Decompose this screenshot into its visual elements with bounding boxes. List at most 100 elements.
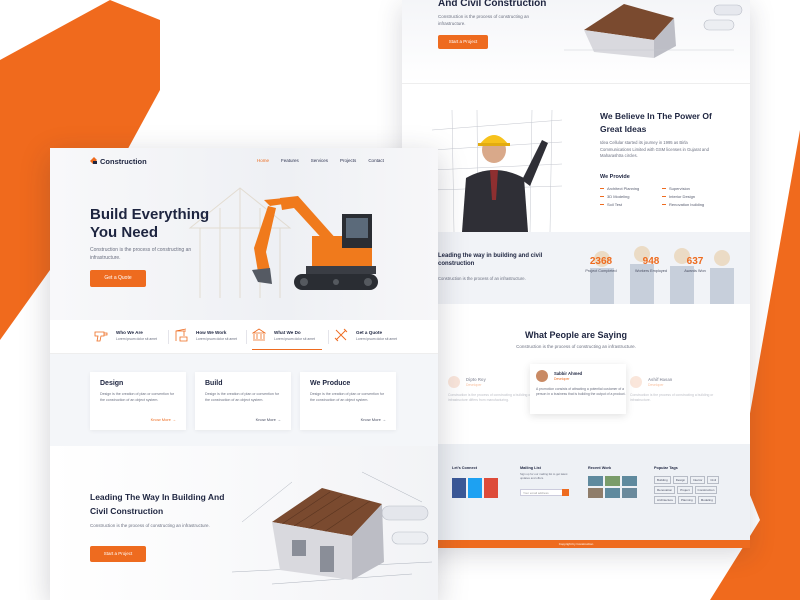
drill-icon	[94, 331, 108, 342]
testimonial-role: Developer	[554, 377, 570, 381]
footer-heading: Recent Work	[588, 466, 612, 470]
avatar	[630, 376, 642, 388]
tag[interactable]: Civil	[707, 476, 720, 484]
tag[interactable]: Planning	[678, 496, 696, 504]
testimonial-name: Sabbir Ahmed	[554, 371, 583, 376]
tab-who-we-are[interactable]: Who We Are Lorem ipsum dolor sit amet	[94, 328, 174, 350]
tab-get-a-quote[interactable]: Get a Quote Lorem ipsum dolor sit amet	[334, 328, 414, 350]
gallery-thumb[interactable]	[588, 488, 603, 498]
nav-item-projects[interactable]: Projects	[340, 158, 356, 163]
know-more-link[interactable]: Know More →	[361, 417, 386, 422]
mailing-email-input[interactable]: Your email address	[520, 489, 568, 496]
lead-subtitle: Construction is the process of construct…	[90, 523, 210, 528]
tab-divider	[168, 330, 169, 344]
service-card-design: Design Design is the creation of plan or…	[90, 372, 186, 430]
tab-title: What We Do	[274, 330, 301, 335]
nav-item-features[interactable]: Features	[281, 158, 299, 163]
get-quote-button[interactable]: Get a Quote	[90, 270, 146, 287]
top-hero-title: And Civil Construction	[438, 0, 547, 9]
testimonial-role: Developer	[466, 383, 482, 387]
tag[interactable]: Project	[677, 486, 693, 494]
tag[interactable]: Modeling	[697, 496, 716, 504]
house-blueprint-image	[232, 471, 432, 585]
card-title: Design	[100, 380, 124, 387]
tools-icon	[334, 328, 348, 342]
tab-desc: Lorem ipsum dolor sit amet	[116, 337, 157, 341]
hero-subtitle: Construction is the process of construct…	[90, 247, 192, 261]
footer-section: Let's Connect Mailing List Sign up for o…	[402, 444, 750, 540]
service-card-produce: We Produce Design is the creation of pla…	[300, 372, 396, 430]
testimonials-title: What People are Saying	[524, 330, 628, 340]
tag[interactable]: Architecture	[654, 496, 677, 504]
nav-item-home[interactable]: Home	[257, 158, 269, 163]
nav-item-contact[interactable]: Contact	[368, 158, 384, 163]
gallery-thumb[interactable]	[622, 488, 637, 498]
footer-column-work: Recent Work	[588, 466, 611, 470]
believe-text: Idea Cellular started its journey in 199…	[600, 140, 709, 158]
gallery-thumb[interactable]	[605, 488, 620, 498]
stats-subtitle: Construction is the process of an infras…	[438, 276, 526, 281]
believe-title: We Believe In The Power Of Great Ideas	[600, 111, 712, 134]
footer-heading: Let's Connect	[452, 466, 477, 470]
start-project-button[interactable]: Start a Project	[90, 546, 146, 562]
start-project-button[interactable]: Start a Project	[438, 35, 488, 49]
feature-tabs: Who We Are Lorem ipsum dolor sit amet Ho…	[50, 320, 438, 354]
mailing-text: Sign up for our mailing list to get late…	[520, 472, 568, 480]
tab-desc: Lorem ipsum dolor sit amet	[274, 337, 315, 341]
nav-item-services[interactable]: Services	[311, 158, 328, 163]
tag[interactable]: Building	[654, 476, 671, 484]
top-hero-subtitle: Construction is the process of construct…	[438, 14, 530, 26]
tab-desc: Lorem ipsum dolor sit amet	[196, 337, 237, 341]
know-more-link[interactable]: Know More →	[256, 417, 281, 422]
testimonial-text: Construction is the process of construct…	[448, 393, 532, 402]
testimonials-section: What People are Saying Construction is t…	[402, 304, 750, 444]
right-page-mockup: And Civil Construction Construction is t…	[402, 0, 750, 548]
provide-item: 3D Modeling	[600, 194, 662, 199]
gallery-thumb[interactable]	[588, 476, 603, 486]
tag[interactable]: Interior	[690, 476, 706, 484]
logo-label: Construction	[100, 157, 147, 166]
popular-tags: Building Design Interior Civil Renovatio…	[654, 476, 734, 504]
arrow-right-icon: →	[277, 417, 281, 422]
provide-item: Architect Planning	[600, 186, 662, 191]
stat-label: Awards Won	[684, 269, 706, 273]
twitter-icon[interactable]	[468, 478, 482, 498]
stat-number: 637	[686, 256, 704, 267]
card-title: We Produce	[310, 380, 351, 387]
building-columns-icon	[252, 328, 266, 341]
tab-title: How We Work	[196, 330, 227, 335]
tag[interactable]: Construction	[694, 486, 718, 494]
tab-how-we-work[interactable]: How We Work Lorem ipsum dolor sit amet	[174, 328, 254, 350]
stats-title: Leading the way in building and civil co…	[438, 253, 543, 267]
stat-projects: 2368 Project Completed	[576, 256, 626, 273]
facebook-icon[interactable]	[452, 478, 466, 498]
footer-column-mailing: Mailing List Sign up for our mailing lis…	[520, 466, 572, 480]
card-text: Design is the creation of plan or conven…	[205, 392, 280, 402]
hero-title: Build Everything You Need	[90, 206, 210, 241]
stat-workers: 948 Workers Employed	[626, 256, 676, 273]
stats-section: Leading the way in building and civil co…	[402, 232, 750, 304]
logo-text[interactable]: Construction	[90, 157, 147, 166]
tab-what-we-do[interactable]: What We Do Lorem ipsum dolor sit amet	[252, 328, 322, 350]
stat-awards: 637 Awards Won	[670, 256, 720, 273]
services-cards: Design Design is the creation of plan or…	[50, 354, 438, 446]
lead-section: Leading The Way In Building And Civil Co…	[50, 446, 438, 600]
gallery-thumb[interactable]	[605, 476, 620, 486]
tag[interactable]: Renovation	[654, 486, 676, 494]
avatar	[536, 370, 548, 382]
arrow-right-icon: →	[382, 417, 386, 422]
testimonial-card-featured: Sabbir Ahmed Developer A promotion consi…	[530, 364, 626, 414]
gallery-thumb[interactable]	[622, 476, 637, 486]
tab-title: Who We Are	[116, 330, 143, 335]
card-title: Build	[205, 380, 223, 387]
provide-item: Interior Design	[662, 194, 724, 199]
google-plus-icon[interactable]	[484, 478, 498, 498]
excavator-image	[252, 196, 378, 290]
know-more-link[interactable]: Know More →	[151, 417, 176, 422]
tab-divider	[246, 330, 247, 344]
tag[interactable]: Design	[672, 476, 689, 484]
service-card-build: Build Design is the creation of plan or …	[195, 372, 291, 430]
footer-column-connect: Let's Connect	[452, 466, 477, 470]
tab-desc: Lorem ipsum dolor sit amet	[356, 337, 397, 341]
subscribe-button[interactable]	[562, 489, 569, 496]
